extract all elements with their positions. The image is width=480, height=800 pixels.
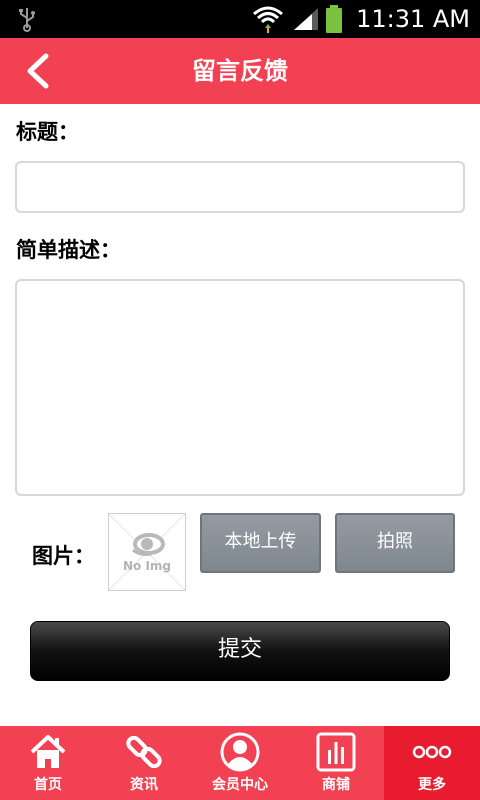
nav-label-shops: 商铺 <box>322 777 350 793</box>
user-icon <box>220 732 260 772</box>
usb-icon <box>19 8 35 32</box>
app-header: 留言反馈 <box>0 38 480 104</box>
nav-label-more: 更多 <box>418 777 446 793</box>
title-input[interactable] <box>15 161 465 213</box>
nav-label-news: 资讯 <box>130 777 158 793</box>
picture-label: 图片： <box>32 544 95 568</box>
more-icon <box>412 745 452 759</box>
nav-item-member-center[interactable]: 会员中心 <box>192 726 288 800</box>
submit-button[interactable]: 提交 <box>30 621 450 681</box>
nav-item-more[interactable]: 更多 <box>384 726 480 800</box>
title-label: 标题： <box>16 120 79 144</box>
nav-item-home[interactable]: 首页 <box>0 726 96 800</box>
nav-label-member-center: 会员中心 <box>212 777 268 793</box>
bar-chart-icon <box>316 732 356 772</box>
home-icon <box>30 735 66 768</box>
nav-item-shops[interactable]: 商铺 <box>288 726 384 800</box>
wifi-icon <box>253 6 283 33</box>
bottom-nav: 首页 资讯 会员中心 商铺 更多 <box>0 726 480 800</box>
no-image-icon: No Img <box>108 513 186 591</box>
no-image-text: No Img <box>123 559 171 573</box>
status-time: 11:31 AM <box>356 5 470 33</box>
description-label: 简单描述： <box>16 238 121 262</box>
nav-label-home: 首页 <box>34 777 62 793</box>
description-textarea[interactable] <box>15 279 465 496</box>
page-title: 留言反馈 <box>192 57 288 85</box>
nav-item-news[interactable]: 资讯 <box>96 726 192 800</box>
battery-icon <box>326 5 342 33</box>
local-upload-button[interactable]: 本地上传 <box>200 513 321 573</box>
image-thumbnail: No Img <box>108 513 186 591</box>
link-icon <box>126 735 162 769</box>
signal-icon <box>294 8 318 30</box>
take-photo-button[interactable]: 拍照 <box>335 513 455 573</box>
status-bar: 11:31 AM <box>0 0 480 38</box>
